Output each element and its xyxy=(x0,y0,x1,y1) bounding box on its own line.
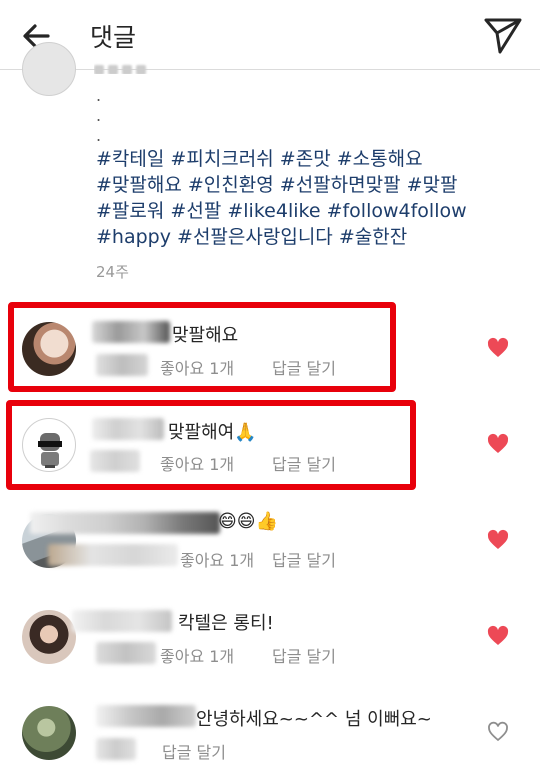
heart-filled-icon[interactable] xyxy=(486,528,510,552)
timestamp-blurred xyxy=(96,738,136,760)
hashtag-list: #칵테일 #피치크러쉬 #존맛 #소통해요 #맞팔해요 #인친환영 #선팔하면맞… xyxy=(96,146,516,250)
reply-button[interactable]: 답글 달기 xyxy=(272,547,336,571)
hashtag[interactable]: #칵테일 xyxy=(96,148,164,170)
top-bar: 댓글 xyxy=(0,0,540,70)
comment-item: 칵텔은 롱티! 좋아요 1개 답글 달기 xyxy=(0,590,540,682)
hashtag[interactable]: #선팔은사랑입니다 xyxy=(177,226,333,248)
heart-filled-icon[interactable] xyxy=(486,624,510,648)
comment-item: 😄😄👍 좋아요 1개 답글 달기 xyxy=(0,494,540,586)
comment-text: 안녕하세요~~^^ 넘 이뻐요~ xyxy=(196,709,432,730)
timestamp-blurred xyxy=(48,544,178,566)
hashtag[interactable]: #존맛 xyxy=(280,148,331,170)
avatar[interactable] xyxy=(22,706,76,760)
username-blurred[interactable] xyxy=(30,512,220,534)
reply-button[interactable]: 답글 달기 xyxy=(162,739,226,763)
hashtag[interactable]: #피치크러쉬 xyxy=(170,148,273,170)
avatar[interactable] xyxy=(22,610,76,664)
hashtag[interactable]: #선팔 xyxy=(170,200,221,222)
hashtag[interactable]: #술한잔 xyxy=(339,226,407,248)
username-blurred[interactable] xyxy=(96,705,196,727)
hashtag[interactable]: #follow4follow xyxy=(327,200,467,222)
heart-filled-icon[interactable] xyxy=(486,432,510,456)
caption-text-blurred xyxy=(94,60,164,74)
caption-dots: ... xyxy=(96,86,102,145)
hashtag[interactable]: #선팔하면맞팔 xyxy=(280,174,401,196)
hashtag[interactable]: #인친환영 xyxy=(188,174,274,196)
hashtag[interactable]: #소통해요 xyxy=(337,148,423,170)
send-icon[interactable] xyxy=(480,12,526,58)
hashtag[interactable]: #팔로워 xyxy=(96,200,164,222)
post-caption: ... #칵테일 #피치크러쉬 #존맛 #소통해요 #맞팔해요 #인친환영 #선… xyxy=(0,42,540,290)
timestamp-blurred xyxy=(96,642,156,664)
comment-text: 😄😄👍 xyxy=(218,511,278,532)
avatar[interactable] xyxy=(22,42,76,96)
username-blurred[interactable] xyxy=(72,610,172,632)
hashtag[interactable]: #맞팔해요 xyxy=(96,174,182,196)
reply-button[interactable]: 답글 달기 xyxy=(272,643,336,667)
hashtag[interactable]: #happy xyxy=(96,226,171,248)
likes-count[interactable]: 좋아요 1개 xyxy=(180,547,254,571)
hashtag[interactable]: #like4like xyxy=(227,200,320,222)
comment-item: 안녕하세요~~^^ 넘 이뻐요~ 답글 달기 xyxy=(0,686,540,778)
heart-filled-icon[interactable] xyxy=(486,336,510,360)
page-title: 댓글 xyxy=(90,23,137,52)
comment-text: 칵텔은 롱티! xyxy=(178,613,274,634)
highlight-box xyxy=(6,400,416,490)
hashtag[interactable]: #맞팔 xyxy=(407,174,458,196)
caption-timestamp: 24주 xyxy=(96,263,129,281)
heart-outline-icon[interactable] xyxy=(486,720,510,744)
likes-count[interactable]: 좋아요 1개 xyxy=(160,643,234,667)
highlight-box xyxy=(8,302,396,392)
